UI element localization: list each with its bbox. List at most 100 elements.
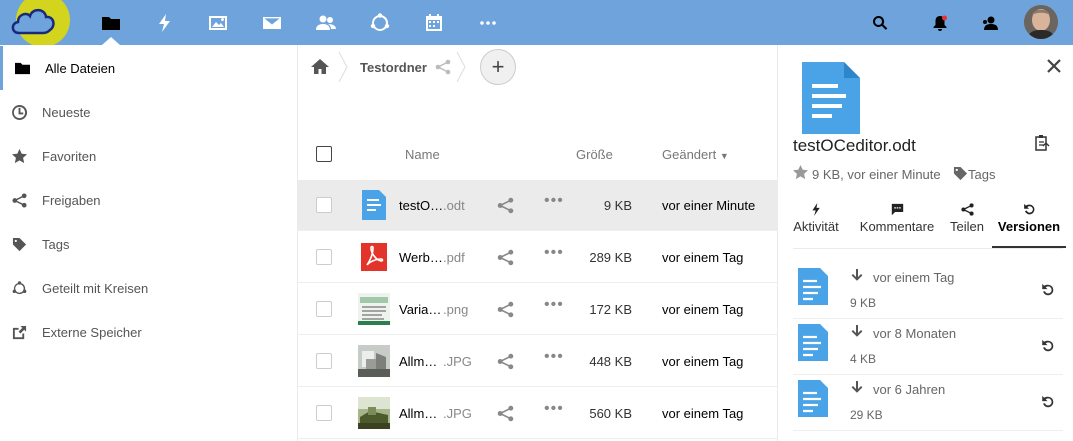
star-icon[interactable]: [793, 165, 808, 180]
pdf-icon: [361, 243, 387, 271]
row-checkbox[interactable]: [316, 197, 332, 213]
select-all-checkbox[interactable]: [316, 146, 332, 162]
document-icon: [798, 324, 828, 361]
share-icon: [960, 203, 974, 216]
version-date[interactable]: vor 8 Monaten: [873, 326, 956, 341]
tab-sharing[interactable]: Teilen: [947, 203, 987, 248]
table-row[interactable]: Allm… .JPG ••• 448 KB vor einem Tag: [298, 336, 777, 387]
tab-comments[interactable]: Kommentare: [857, 203, 937, 248]
document-icon: [362, 190, 386, 220]
version-date[interactable]: vor einem Tag: [873, 270, 954, 285]
document-icon: [798, 380, 828, 417]
header-bar: [0, 0, 1073, 47]
file-name[interactable]: Allm…: [399, 354, 437, 369]
document-icon: [798, 268, 828, 305]
active-app-indicator: [102, 37, 120, 45]
share-icon[interactable]: [497, 405, 514, 422]
sidebar-item-all-files[interactable]: Alle Dateien: [0, 46, 297, 90]
breadcrumb-folder[interactable]: Testordner: [360, 60, 427, 75]
sidebar-item-shares[interactable]: Freigaben: [0, 178, 297, 222]
file-size: 9 KB: [603, 198, 632, 213]
share-icon[interactable]: [497, 353, 514, 370]
sidebar-item-label: Favoriten: [42, 148, 97, 164]
details-panel: testOCeditor.odt 9 KB, vor einer Minute …: [779, 45, 1073, 441]
tags-label[interactable]: Tags: [968, 167, 995, 182]
restore-icon[interactable]: [1041, 395, 1055, 409]
table-row[interactable]: testO… .odt ••• 9 KB vor einer Minute: [298, 180, 777, 231]
activity-icon[interactable]: [146, 0, 184, 45]
share-icon[interactable]: [497, 197, 514, 214]
share-icon[interactable]: [435, 59, 451, 75]
file-name[interactable]: Werb…: [399, 250, 443, 265]
file-extension: .png: [443, 302, 469, 317]
sidebar-item-label: Freigaben: [42, 192, 101, 208]
restore-icon[interactable]: [1041, 339, 1055, 353]
mail-icon[interactable]: [253, 0, 291, 45]
row-checkbox[interactable]: [316, 301, 332, 317]
contacts-icon[interactable]: [307, 0, 345, 45]
file-extension: .odt: [443, 198, 465, 213]
sidebar-item-tags[interactable]: Tags: [0, 222, 297, 266]
file-size: 289 KB: [589, 250, 632, 265]
more-actions-icon[interactable]: •••: [544, 244, 564, 262]
file-name[interactable]: testO…: [399, 198, 443, 213]
new-file-button[interactable]: +: [480, 49, 516, 85]
search-icon[interactable]: [864, 0, 896, 45]
tab-versions[interactable]: Versionen: [992, 203, 1066, 248]
details-filename: testOCeditor.odt: [793, 136, 916, 155]
row-checkbox[interactable]: [316, 405, 332, 421]
modified-column-header[interactable]: Geändert ▼: [662, 147, 729, 162]
file-modified: vor einem Tag: [662, 250, 744, 265]
file-name[interactable]: Varia…: [399, 302, 441, 317]
file-size: 560 KB: [589, 406, 632, 421]
calendar-icon[interactable]: [415, 0, 453, 45]
version-item: vor 8 Monaten 4 KB: [793, 319, 1063, 375]
share-icon[interactable]: [497, 249, 514, 266]
sidebar-item-external-storage[interactable]: Externe Speicher: [0, 310, 297, 354]
breadcrumb-separator: [338, 52, 348, 82]
circles-icon[interactable]: [361, 0, 399, 45]
download-icon[interactable]: [851, 381, 863, 394]
contacts-menu-icon[interactable]: [974, 0, 1006, 45]
size-column-header[interactable]: Größe: [576, 147, 613, 162]
tab-divider: [793, 248, 1063, 249]
version-date[interactable]: vor 6 Jahren: [873, 382, 945, 397]
sidebar-item-circles[interactable]: Geteilt mit Kreisen: [0, 266, 297, 310]
restore-icon[interactable]: [1041, 283, 1055, 297]
share-icon[interactable]: [497, 301, 514, 318]
tab-activity[interactable]: Aktivität: [792, 203, 840, 248]
close-icon[interactable]: [1046, 58, 1062, 74]
sidebar-item-label: Neueste: [42, 104, 91, 120]
cloud-logo[interactable]: [5, 0, 75, 47]
file-extension: .JPG: [443, 354, 472, 369]
sidebar-item-recent[interactable]: Neueste: [0, 90, 297, 134]
sidebar-item-label: Geteilt mit Kreisen: [42, 280, 149, 296]
comment-icon: [891, 203, 903, 216]
more-actions-icon[interactable]: •••: [544, 400, 564, 418]
name-column-header[interactable]: Name: [405, 147, 440, 162]
file-list-area: Testordner + Name Größe Geändert ▼ testO…: [298, 45, 778, 441]
avatar[interactable]: [1024, 5, 1058, 39]
row-checkbox[interactable]: [316, 353, 332, 369]
photo-thumbnail: [358, 397, 390, 429]
download-icon[interactable]: [851, 269, 863, 282]
clipboard-icon[interactable]: [1033, 134, 1051, 152]
more-actions-icon[interactable]: •••: [544, 296, 564, 314]
notifications-icon[interactable]: [924, 0, 956, 45]
gallery-icon[interactable]: [199, 0, 237, 45]
home-icon[interactable]: [310, 57, 330, 77]
share-icon: [11, 192, 28, 209]
table-row[interactable]: Werb… .pdf ••• 289 KB vor einem Tag: [298, 232, 777, 283]
row-checkbox[interactable]: [316, 249, 332, 265]
sidebar-item-favorites[interactable]: Favoriten: [0, 134, 297, 178]
tag-icon[interactable]: [953, 166, 968, 181]
circles-icon: [11, 280, 28, 297]
table-row[interactable]: Allm… .JPG ••• 560 KB vor einem Tag: [298, 388, 777, 439]
history-icon: [1023, 203, 1034, 215]
download-icon[interactable]: [851, 325, 863, 338]
more-actions-icon[interactable]: •••: [544, 348, 564, 366]
file-name[interactable]: Allm…: [399, 406, 437, 421]
table-row[interactable]: Varia… .png ••• 172 KB vor einem Tag: [298, 284, 777, 335]
more-apps-icon[interactable]: [469, 0, 507, 45]
more-actions-icon[interactable]: •••: [544, 192, 564, 210]
